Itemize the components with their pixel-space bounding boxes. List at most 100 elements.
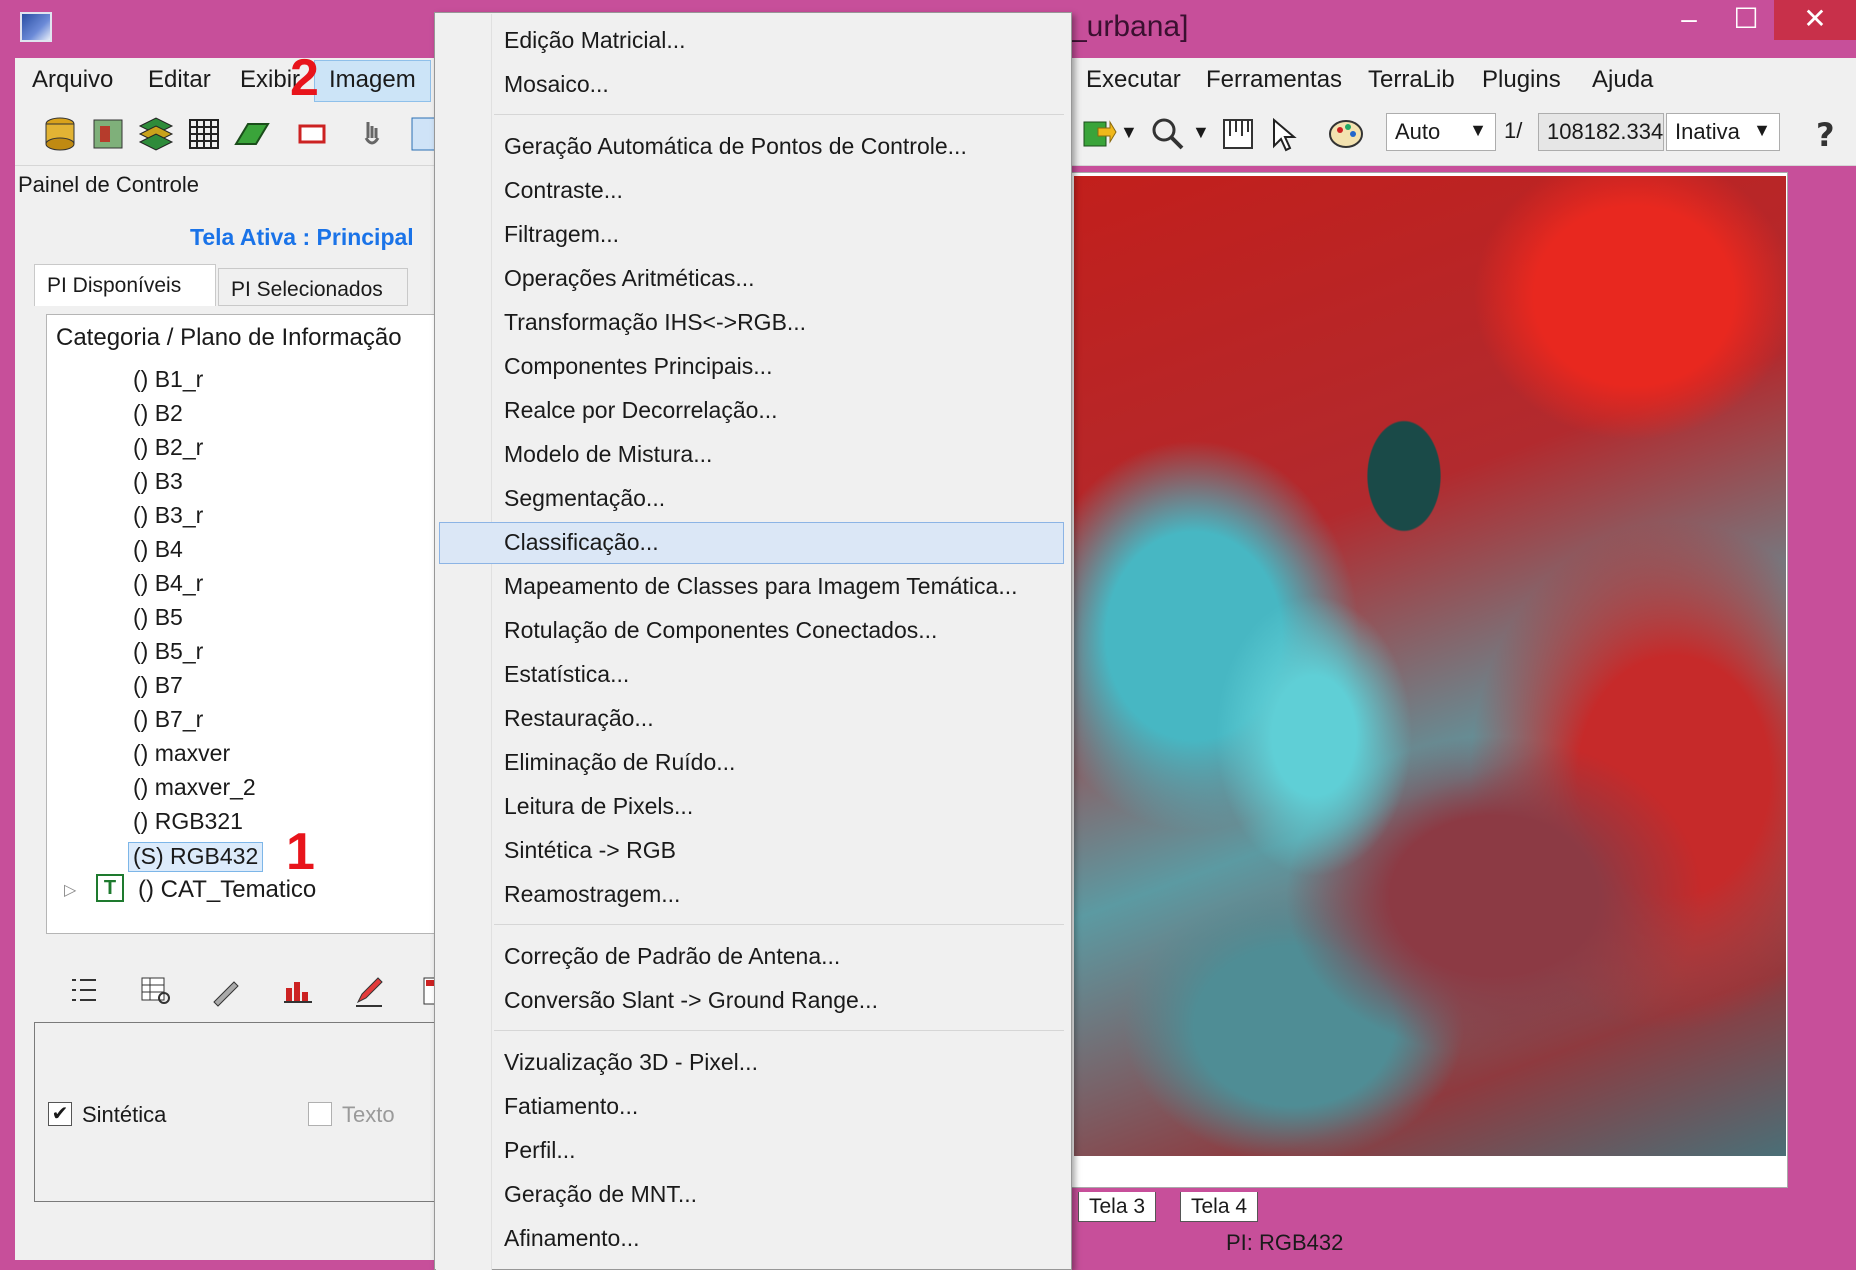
layer-item[interactable]: () maxver xyxy=(133,740,230,770)
database-icon[interactable] xyxy=(40,114,80,154)
menu-item-edicao-matricial[interactable]: Edição Matricial... xyxy=(504,22,686,58)
zoom-dropdown-icon[interactable]: ▼ xyxy=(1192,122,1210,143)
category-item[interactable]: () CAT_Tematico xyxy=(138,876,316,904)
satellite-image[interactable] xyxy=(1074,176,1786,1156)
zoom-scale-icon[interactable] xyxy=(1148,114,1188,154)
menu-item-mapeamento[interactable]: Mapeamento de Classes para Imagem Temáti… xyxy=(504,568,1018,604)
menu-item-classificacao[interactable]: Classificação... xyxy=(504,524,659,560)
tab-pi-disponiveis[interactable]: PI Disponíveis xyxy=(34,264,216,306)
tab-pi-selecionados[interactable]: PI Selecionados xyxy=(218,268,408,306)
menu-item-reamostragem[interactable]: Reamostragem... xyxy=(504,876,680,912)
layer-item[interactable]: () B4 xyxy=(133,536,183,566)
state-value: Inativa xyxy=(1675,119,1740,144)
menu-item-ihs-rgb[interactable]: Transformação IHS<->RGB... xyxy=(504,304,806,340)
layer-item[interactable]: () maxver_2 xyxy=(133,774,256,804)
grid-icon[interactable] xyxy=(184,114,224,154)
menu-item-modelo-mistura[interactable]: Modelo de Mistura... xyxy=(504,436,712,472)
menu-ajuda[interactable]: Ajuda xyxy=(1592,66,1653,94)
layer-item[interactable]: () B7_r xyxy=(133,706,203,736)
menu-item-realce[interactable]: Realce por Decorrelação... xyxy=(504,392,778,428)
menu-item-rotulacao[interactable]: Rotulação de Componentes Conectados... xyxy=(504,612,937,648)
help-icon[interactable]: ? xyxy=(1808,114,1848,154)
menu-terralib[interactable]: TerraLib xyxy=(1368,66,1455,94)
active-screen-label: Tela Ativa : Principal xyxy=(190,224,414,250)
menu-item-perfil[interactable]: Perfil... xyxy=(504,1132,576,1168)
pencil-icon[interactable] xyxy=(352,972,388,1008)
menu-item-correcao-antena[interactable]: Correção de Padrão de Antena... xyxy=(504,938,840,974)
layer-item[interactable]: () B2_r xyxy=(133,434,203,464)
menu-separator xyxy=(494,924,1064,925)
ruler-icon[interactable] xyxy=(1218,114,1258,154)
polygon-icon[interactable] xyxy=(232,114,272,154)
menu-separator xyxy=(494,1030,1064,1031)
sintetica-checkbox[interactable]: ✔ xyxy=(48,1102,72,1126)
menu-plugins[interactable]: Plugins xyxy=(1482,66,1561,94)
menu-item-operacoes[interactable]: Operações Aritméticas... xyxy=(504,260,755,296)
scale-input[interactable]: 108182.334 xyxy=(1538,113,1664,151)
menu-item-eliminacao-ruido[interactable]: Eliminação de Ruído... xyxy=(504,744,735,780)
chevron-down-icon: ▼ xyxy=(1753,120,1771,140)
chart-icon[interactable] xyxy=(280,972,316,1008)
tree-header: Categoria / Plano de Informação xyxy=(56,324,402,351)
menu-item-sintetica-rgb[interactable]: Sintética -> RGB xyxy=(504,832,676,868)
menu-item-leitura-pixels[interactable]: Leitura de Pixels... xyxy=(504,788,693,824)
menu-item-fatiamento[interactable]: Fatiamento... xyxy=(504,1088,638,1124)
menu-editar[interactable]: Editar xyxy=(148,66,211,94)
menu-item-restauracao[interactable]: Restauração... xyxy=(504,700,654,736)
layer-item[interactable]: () RGB321 xyxy=(133,808,243,838)
layer-image-icon[interactable] xyxy=(88,114,128,154)
menu-item-estatistica[interactable]: Estatística... xyxy=(504,656,629,692)
layer-item[interactable]: () B5_r xyxy=(133,638,203,668)
table-search-icon[interactable] xyxy=(138,972,174,1008)
scale-prefix: 1/ xyxy=(1504,118,1523,143)
select-cursor-icon[interactable] xyxy=(1266,114,1306,154)
display-frame-icon[interactable] xyxy=(292,114,332,154)
menu-arquivo[interactable]: Arquivo xyxy=(32,66,113,94)
layer-item[interactable]: () B4_r xyxy=(133,570,203,600)
expand-arrow-icon[interactable]: ▷ xyxy=(64,880,76,900)
layer-item[interactable]: () B5 xyxy=(133,604,183,634)
texto-checkbox[interactable] xyxy=(308,1102,332,1126)
export-icon[interactable] xyxy=(1078,114,1118,154)
minimize-button[interactable]: – xyxy=(1660,0,1718,40)
svg-text:?: ? xyxy=(1816,116,1835,154)
menu-executar[interactable]: Executar xyxy=(1086,66,1181,94)
zoom-mode-select[interactable]: Auto ▼ xyxy=(1386,113,1496,151)
menu-item-geracao-pontos[interactable]: Geração Automática de Pontos de Controle… xyxy=(504,128,967,164)
menu-imagem[interactable]: Imagem xyxy=(314,60,431,102)
layers-stack-icon[interactable] xyxy=(136,114,176,154)
close-button[interactable]: ✕ xyxy=(1774,0,1856,40)
tab-tela-4[interactable]: Tela 4 xyxy=(1180,1192,1259,1222)
menu-item-slant-ground[interactable]: Conversão Slant -> Ground Range... xyxy=(504,982,878,1018)
layer-item-selected[interactable]: (S) RGB432 xyxy=(128,842,264,872)
panel-toolbar xyxy=(46,962,450,1018)
menu-ferramentas[interactable]: Ferramentas xyxy=(1206,66,1342,94)
layer-item[interactable]: () B1_r xyxy=(133,366,203,396)
control-panel-title: Painel de Controle xyxy=(18,172,200,197)
tab-tela-3[interactable]: Tela 3 xyxy=(1078,1192,1157,1222)
menu-item-geracao-mnt[interactable]: Geração de MNT... xyxy=(504,1176,697,1212)
export-dropdown-icon[interactable]: ▼ xyxy=(1120,122,1138,143)
menu-item-mosaico[interactable]: Mosaico... xyxy=(504,66,609,102)
state-select[interactable]: Inativa ▼ xyxy=(1666,113,1780,151)
menu-gutter xyxy=(436,14,492,1270)
layer-item[interactable]: () B3_r xyxy=(133,502,203,532)
list-icon[interactable] xyxy=(66,972,102,1008)
menu-separator xyxy=(494,114,1064,115)
menu-item-segmentacao[interactable]: Segmentação... xyxy=(504,480,665,516)
menu-item-filtragem[interactable]: Filtragem... xyxy=(504,216,619,252)
layer-item[interactable]: () B3 xyxy=(133,468,183,498)
layer-item[interactable]: () B2 xyxy=(133,400,183,430)
edit-tools-icon[interactable] xyxy=(208,972,244,1008)
palette-icon[interactable] xyxy=(1326,114,1366,154)
layer-tree xyxy=(46,314,450,934)
menu-item-contraste[interactable]: Contraste... xyxy=(504,172,623,208)
menu-item-componentes[interactable]: Componentes Principais... xyxy=(504,348,772,384)
menu-item-afinamento[interactable]: Afinamento... xyxy=(504,1220,640,1256)
maximize-button[interactable]: ☐ xyxy=(1718,0,1774,40)
layer-item[interactable]: () B7 xyxy=(133,672,183,702)
app-icon[interactable] xyxy=(20,12,52,42)
chevron-down-icon: ▼ xyxy=(1469,120,1487,140)
hand-pointer-icon[interactable] xyxy=(352,114,392,154)
menu-item-visualizacao-3d[interactable]: Vizualização 3D - Pixel... xyxy=(504,1044,758,1080)
